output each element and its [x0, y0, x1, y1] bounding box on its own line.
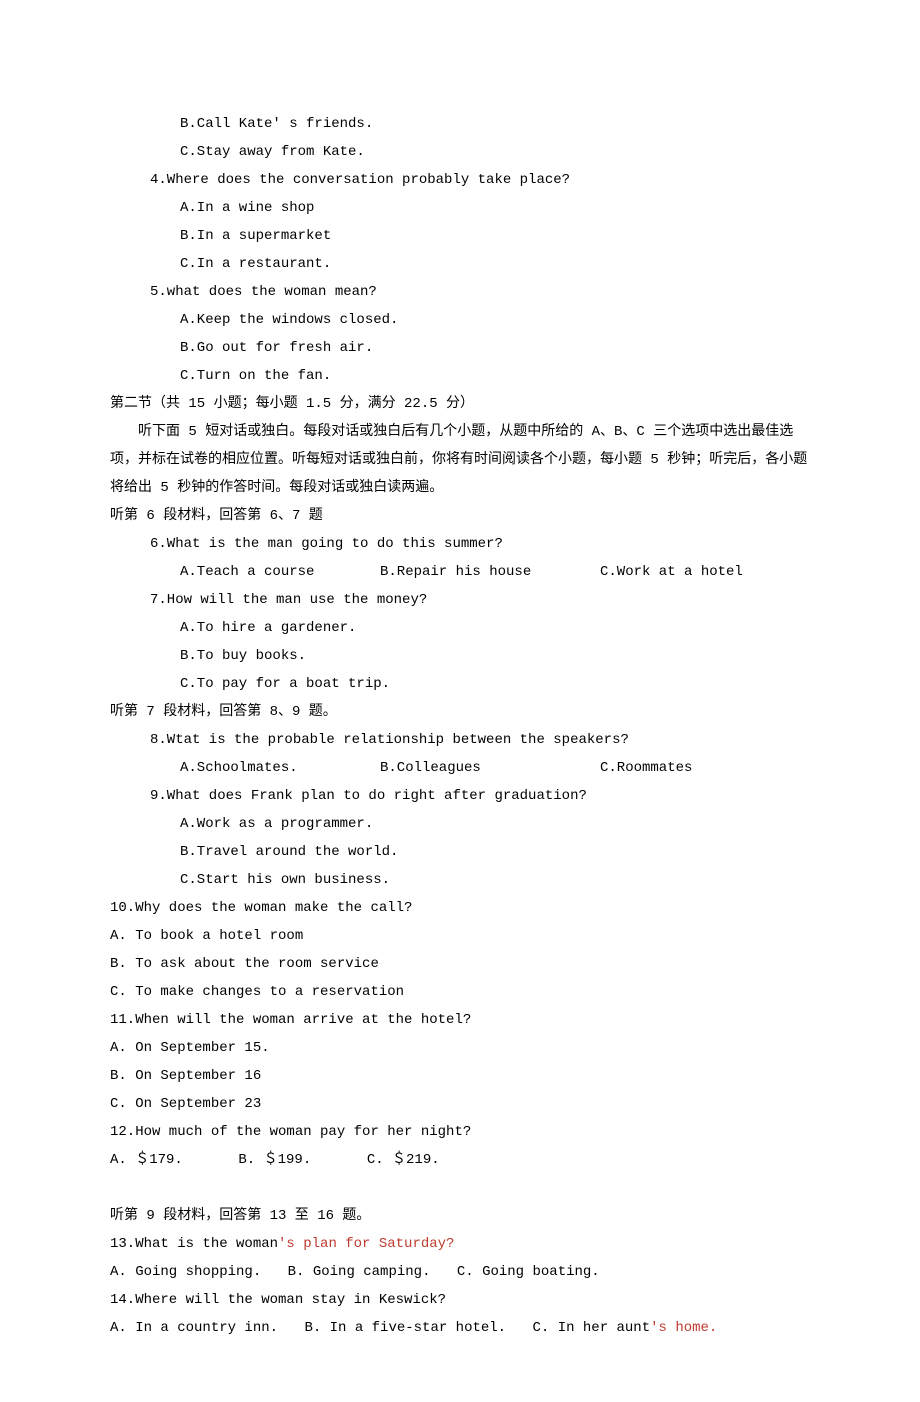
q14-options: A. In a country inn. B. In a five-star h… [110, 1314, 810, 1342]
q3-option-c: C.Stay away from Kate. [110, 138, 810, 166]
q12-options: A. ＄179. B. ＄199. C. ＄219. [110, 1146, 810, 1174]
q6-options: A.Teach a course B.Repair his house C.Wo… [110, 558, 810, 586]
question-14: 14.Where will the woman stay in Keswick? [110, 1286, 810, 1314]
material-9-heading: 听第 9 段材料，回答第 13 至 16 题。 [110, 1202, 810, 1230]
question-8: 8.Wtat is the probable relationship betw… [110, 726, 810, 754]
section-2-instructions: 听下面 5 短对话或独白。每段对话或独白后有几个小题，从题中所给的 A、B、C … [110, 418, 810, 502]
q12-option-b: B. ＄199. [238, 1146, 358, 1174]
q10-option-c: C. To make changes to a reservation [110, 978, 810, 1006]
question-4: 4.Where does the conversation probably t… [110, 166, 810, 194]
q8-options: A.Schoolmates. B.Colleagues C.Roommates [110, 754, 810, 782]
q8-option-b: B.Colleagues [380, 754, 600, 782]
q5-option-a: A.Keep the windows closed. [110, 306, 810, 334]
q9-option-a: A.Work as a programmer. [110, 810, 810, 838]
q12-option-a: A. ＄179. [110, 1146, 230, 1174]
q8-option-c: C.Roommates [600, 754, 810, 782]
q11-option-a: A. On September 15. [110, 1034, 810, 1062]
question-7: 7.How will the man use the money? [110, 586, 810, 614]
question-10: 10.Why does the woman make the call? [110, 894, 810, 922]
q10-option-b: B. To ask about the room service [110, 950, 810, 978]
q13-option-c: C. Going boating. [457, 1264, 600, 1280]
q13-option-a: A. Going shopping. [110, 1264, 261, 1280]
question-9: 9.What does Frank plan to do right after… [110, 782, 810, 810]
q9-option-b: B.Travel around the world. [110, 838, 810, 866]
q13-text-suffix: 's plan for Saturday? [278, 1236, 454, 1252]
q10-option-a: A. To book a hotel room [110, 922, 810, 950]
q3-option-b: B.Call Kate' s friends. [110, 110, 810, 138]
section-2-title: 第二节（共 15 小题；每小题 1.5 分，满分 22.5 分） [110, 390, 810, 418]
q5-option-b: B.Go out for fresh air. [110, 334, 810, 362]
q6-option-a: A.Teach a course [180, 558, 380, 586]
q14-option-a: A. In a country inn. [110, 1320, 278, 1336]
q13-options: A. Going shopping. B. Going camping. C. … [110, 1258, 810, 1286]
q14-option-c: C. In her aunt's home. [532, 1320, 717, 1336]
question-13: 13.What is the woman's plan for Saturday… [110, 1230, 810, 1258]
q4-option-b: B.In a supermarket [110, 222, 810, 250]
q6-option-b: B.Repair his house [380, 558, 600, 586]
q11-option-b: B. On September 16 [110, 1062, 810, 1090]
q12-option-c: C. ＄219. [367, 1146, 440, 1174]
q14-option-c-suffix: 's home. [650, 1320, 717, 1336]
question-12: 12.How much of the woman pay for her nig… [110, 1118, 810, 1146]
question-5: 5.what does the woman mean? [110, 278, 810, 306]
q13-text-pre: 13.What is the woman [110, 1236, 278, 1252]
q9-option-c: C.Start his own business. [110, 866, 810, 894]
material-6-heading: 听第 6 段材料，回答第 6、7 题 [110, 502, 810, 530]
q7-option-b: B.To buy books. [110, 642, 810, 670]
q8-option-a: A.Schoolmates. [180, 754, 380, 782]
q6-option-c: C.Work at a hotel [600, 558, 810, 586]
q7-option-a: A.To hire a gardener. [110, 614, 810, 642]
q11-option-c: C. On September 23 [110, 1090, 810, 1118]
q14-option-b: B. In a five-star hotel. [304, 1320, 506, 1336]
q13-option-b: B. Going camping. [288, 1264, 431, 1280]
question-6: 6.What is the man going to do this summe… [110, 530, 810, 558]
q5-option-c: C.Turn on the fan. [110, 362, 810, 390]
blank-line [110, 1174, 810, 1202]
q7-option-c: C.To pay for a boat trip. [110, 670, 810, 698]
q4-option-c: C.In a restaurant. [110, 250, 810, 278]
material-7-heading: 听第 7 段材料，回答第 8、9 题。 [110, 698, 810, 726]
q14-option-c-pre: C. In her aunt [532, 1320, 650, 1336]
q4-option-a: A.In a wine shop [110, 194, 810, 222]
question-11: 11.When will the woman arrive at the hot… [110, 1006, 810, 1034]
